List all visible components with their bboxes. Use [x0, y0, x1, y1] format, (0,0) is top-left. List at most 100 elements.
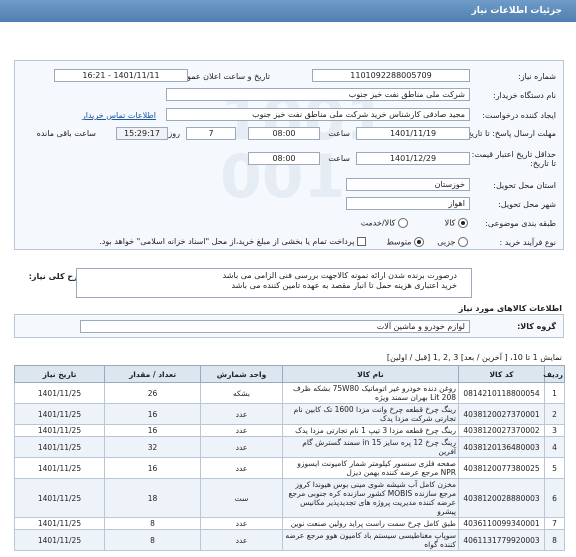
need-date-cell: 1401/11/25 [14, 424, 105, 437]
quantity-cell: 16 [104, 403, 201, 425]
row-number-cell: 3 [544, 424, 565, 437]
city-field: اهواز [346, 197, 470, 210]
item-code-cell: 0814210118800054 [458, 382, 545, 404]
row-number-cell: 5 [544, 457, 565, 479]
unit-cell: عدد [200, 436, 283, 458]
item-code-cell: 4038120028880003 [458, 478, 545, 518]
goods-group-label: گروه کالا: [517, 322, 556, 331]
unit-cell: ست [200, 478, 283, 518]
item-name-cell: طبق کامل چرخ سمت راست پراید رولین صنعت ن… [282, 517, 459, 530]
process-minor-radio[interactable] [458, 237, 468, 247]
unit-cell: عدد [200, 529, 283, 551]
buyer-field: شرکت ملی مناطق نفت خیز جنوب [166, 88, 470, 101]
unit-cell: عدد [200, 517, 283, 530]
item-name-cell: رینگ چرخ قطعه مزدا 3 تیپ 1 نام تجارتی مز… [282, 424, 459, 437]
quantity-cell: 32 [104, 436, 201, 458]
send-deadline-label: مهلت ارسال پاسخ: تا تاریخ: [463, 129, 556, 138]
city-label: شهر محل تحویل: [498, 200, 556, 209]
process-minor-label: جزیی [437, 237, 456, 247]
quantity-cell: 16 [104, 457, 201, 479]
category-option-goods-service[interactable]: کالا/خدمت [361, 218, 408, 228]
item-name-cell: مخزن کامل آب شیشه شوی مینی بوس هیوندا کر… [282, 478, 459, 518]
unit-cell: عدد [200, 424, 283, 437]
quantity-cell: 8 [104, 517, 201, 530]
province-label: استان محل تحویل: [493, 181, 556, 190]
send-date-field: 1401/11/19 [356, 127, 470, 140]
remaining-time-label: ساعت باقی مانده [36, 129, 96, 138]
validity-date-field: 1401/12/29 [356, 152, 470, 165]
need-number-field: 1101092288005709 [312, 69, 470, 82]
item-name-cell: روغن دنده خودرو غیر اتوماتیک 75W80 بشکه … [282, 382, 459, 404]
category-goods-service-radio[interactable] [398, 218, 408, 228]
category-option-goods[interactable]: کالا [445, 218, 468, 228]
category-goods-service-label: کالا/خدمت [360, 218, 396, 228]
row-number-cell: 1 [544, 382, 565, 404]
table-row[interactable]: 3 4038120027370002 رینگ چرخ قطعه مزدا 3 تی… [14, 424, 565, 437]
pagination[interactable]: نمایش 1 تا 10، [ آخرین / بعد] 3 ,2 ,1 [ق… [387, 353, 562, 362]
goods-section-title: اطلاعات کالاهای مورد نیاز [458, 304, 562, 313]
col-item-name: نام کالا [282, 365, 459, 383]
creator-field: مجید صادقی کارشناس خرید شرکت ملی مناطق ن… [166, 108, 470, 121]
province-field: خوزستان [346, 178, 470, 191]
description-line-1: درصورت برنده شدن ارائه نمونه کالاجهت برر… [222, 271, 457, 280]
need-date-cell: 1401/11/25 [14, 457, 105, 479]
col-item-code: کد کالا [458, 365, 545, 383]
unit-cell: عدد [200, 403, 283, 425]
validity-time-field: 08:00 [248, 152, 320, 165]
item-name-cell: رینگ چرخ قطعه چرخ وانت مزدا 1600 تک کابی… [282, 403, 459, 425]
process-option-medium[interactable]: متوسط [386, 237, 424, 247]
table-row[interactable]: 6 4038120028880003 مخزن کامل آب شیشه شوی م… [14, 478, 565, 518]
treasury-payment-option[interactable]: پرداخت تمام یا بخشی از مبلغ خرید،از محل … [99, 237, 366, 246]
buyer-label: نام دستگاه خریدار: [493, 91, 556, 100]
category-goods-label: کالا [444, 218, 456, 228]
days-field: 7 [186, 127, 236, 140]
table-row[interactable]: 2 4038120027370001 رینگ چرخ قطعه چرخ وانت … [14, 403, 565, 425]
remaining-time-field: 15:29:17 [116, 127, 168, 140]
need-date-cell: 1401/11/25 [14, 529, 105, 551]
need-date-cell: 1401/11/25 [14, 382, 105, 404]
row-number-cell: 4 [544, 436, 565, 458]
treasury-payment-checkbox[interactable] [357, 237, 366, 246]
need-date-cell: 1401/11/25 [14, 517, 105, 530]
buyer-contact-link[interactable]: اطلاعات تماس خریدار [82, 111, 156, 120]
item-code-cell: 4038120077380025 [458, 457, 545, 479]
quantity-cell: 16 [104, 424, 201, 437]
send-time-field: 08:00 [248, 127, 320, 140]
unit-cell: بشکه [200, 382, 283, 404]
process-medium-radio[interactable] [414, 237, 424, 247]
process-option-minor[interactable]: جزیی [437, 237, 468, 247]
item-code-cell: 4038120027370002 [458, 424, 545, 437]
table-row[interactable]: 7 4036110099340001 طبق کامل چرخ سمت راست پ… [14, 517, 565, 530]
creator-label: ایجاد کننده درخواست: [482, 111, 556, 120]
category-label: طبقه بندی موضوعی: [485, 219, 556, 228]
need-number-label: شماره نیاز: [518, 72, 556, 81]
goods-group-field: لوازم خودرو و ماشین آلات [80, 320, 470, 333]
process-label: نوع فرآیند خرید : [499, 238, 556, 247]
table-row[interactable]: 1 0814210118800054 روغن دنده خودرو غیر اتو… [14, 382, 565, 404]
need-date-cell: 1401/11/25 [14, 403, 105, 425]
item-code-cell: 4038120027370001 [458, 403, 545, 425]
category-goods-radio[interactable] [458, 218, 468, 228]
col-row-number: ردیف [543, 365, 565, 383]
page-title: جزئیات اطلاعات نیاز [471, 6, 562, 16]
need-date-cell: 1401/11/25 [14, 436, 105, 458]
row-number-cell: 6 [544, 478, 565, 518]
validity-time-label: ساعت [328, 154, 350, 163]
table-row[interactable]: 4 4038120136480003 رینگ چرخ 12 پره سایز 15… [14, 436, 565, 458]
quantity-cell: 8 [104, 529, 201, 551]
row-number-cell: 7 [544, 517, 565, 530]
description-line-2: خرید اعتباری هزینه حمل تا انبار مقصد به … [231, 281, 457, 290]
table-row[interactable]: 8 4061131779920003 سوپاپ مغناطیسی سیستم با… [14, 529, 565, 551]
item-code-cell: 4061131779920003 [458, 529, 545, 551]
goods-table: ردیف کد کالا نام کالا واحد شمارش تعداد /… [14, 365, 565, 551]
quantity-cell: 26 [104, 382, 201, 404]
send-time-label: ساعت [328, 129, 350, 138]
item-name-cell: سوپاپ مغناطیسی سیستم باد کامیون هوو مرجع… [282, 529, 459, 551]
page-header: جزئیات اطلاعات نیاز [0, 0, 576, 22]
item-name-cell: رینگ چرخ 12 پره سایز 15 in سمند گسترش گا… [282, 436, 459, 458]
table-row[interactable]: 5 4038120077380025 صفحه فلزی سنسور کیلومتر… [14, 457, 565, 479]
description-textarea[interactable]: درصورت برنده شدن ارائه نمونه کالاجهت برر… [76, 268, 472, 298]
quantity-cell: 18 [104, 478, 201, 518]
col-quantity: تعداد / مقدار [104, 365, 201, 383]
item-name-cell: صفحه فلزی سنسور کیلومتر شمار کامیونت ایس… [282, 457, 459, 479]
